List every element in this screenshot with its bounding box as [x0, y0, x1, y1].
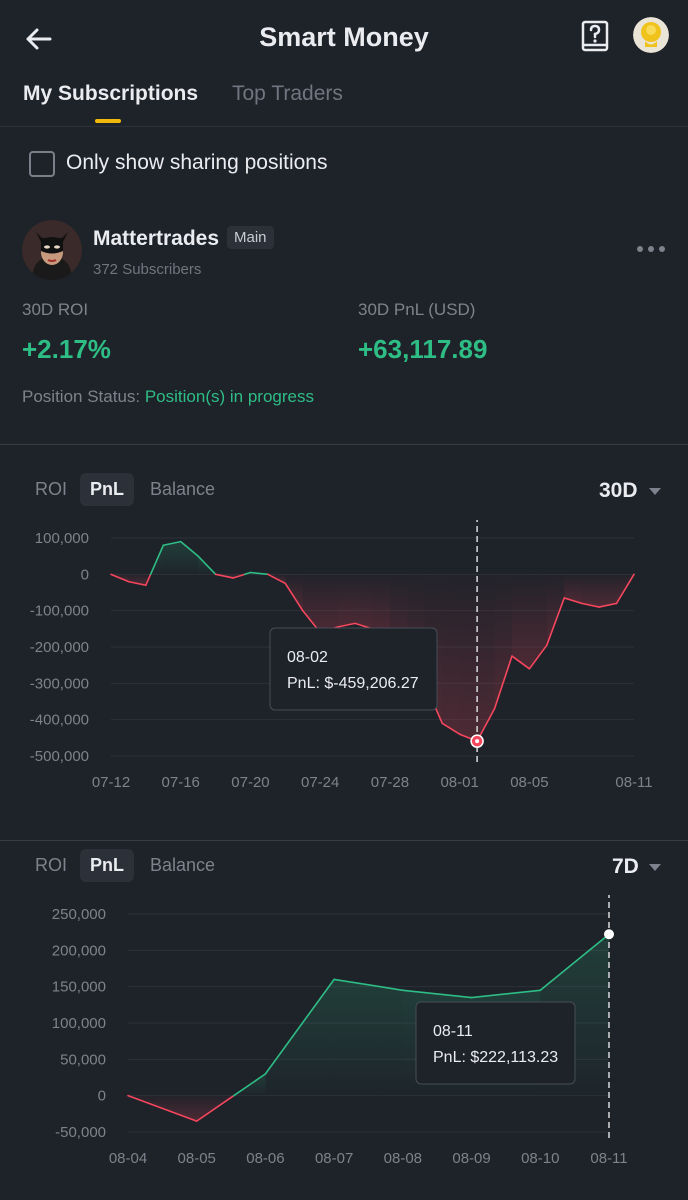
loss-area — [459, 574, 478, 742]
roi-value: +2.17% — [22, 334, 111, 364]
highlight-point — [604, 929, 614, 940]
x-tick-label: 08-10 — [521, 1150, 559, 1167]
chart2-tab-balance[interactable]: Balance — [140, 849, 225, 882]
chart1-tab-roi[interactable]: ROI — [25, 473, 77, 506]
loss-area — [581, 574, 600, 608]
y-tick-label: 100,000 — [52, 1015, 106, 1032]
y-tick-label: 100,000 — [35, 530, 89, 547]
position-status-value: Position(s) in progress — [144, 387, 314, 406]
x-tick-label: 08-01 — [440, 774, 478, 791]
y-tick-label: -500,000 — [30, 748, 89, 765]
chart2-range-selector[interactable]: 7D — [612, 855, 639, 879]
more-options-icon[interactable] — [636, 244, 666, 254]
x-tick-label: 08-11 — [615, 774, 652, 791]
chart2-tab-roi[interactable]: ROI — [25, 849, 77, 882]
tooltip-value: PnL: $222,113.23 — [433, 1049, 558, 1066]
tab-top-traders[interactable]: Top Traders — [232, 82, 343, 106]
x-tick-label: 08-05 — [178, 1150, 216, 1167]
profit-area — [334, 979, 403, 1096]
help-guide-icon[interactable] — [580, 20, 610, 54]
section-divider — [0, 840, 688, 841]
x-tick-label: 08-06 — [246, 1150, 284, 1167]
highlight-point-core — [475, 739, 480, 744]
y-tick-label: 150,000 — [52, 979, 106, 996]
chart2-range-caret-icon[interactable] — [649, 864, 661, 871]
y-tick-label: -200,000 — [30, 639, 89, 656]
loss-area — [477, 574, 495, 742]
x-tick-label: 07-24 — [301, 774, 339, 791]
loss-area — [511, 574, 530, 669]
pnl-label: 30D PnL (USD) — [358, 300, 476, 319]
chart1-tab-pnl[interactable]: PnL — [80, 473, 134, 506]
y-tick-label: 250,000 — [52, 906, 106, 923]
loss-area — [529, 574, 547, 669]
sharing-positions-checkbox[interactable] — [29, 151, 55, 177]
y-tick-label: -300,000 — [30, 675, 89, 692]
loss-area — [442, 574, 460, 735]
user-avatar-icon[interactable] — [633, 17, 669, 53]
sharing-positions-label[interactable]: Only show sharing positions — [66, 151, 327, 175]
loss-area — [355, 574, 373, 629]
loss-area — [337, 574, 356, 628]
app-header: Smart Money — [0, 0, 688, 80]
tooltip-box — [415, 1001, 576, 1085]
x-tick-label: 07-12 — [92, 774, 130, 791]
x-tick-label: 07-28 — [371, 774, 409, 791]
subscriber-count: 372 Subscribers — [93, 261, 202, 278]
x-tick-label: 07-20 — [231, 774, 269, 791]
tab-bar: My Subscriptions Top Traders — [0, 78, 688, 127]
profit-area — [180, 541, 199, 575]
x-tick-label: 08-09 — [452, 1150, 490, 1167]
x-tick-label: 08-11 — [590, 1150, 627, 1167]
loss-area — [494, 574, 512, 709]
tooltip-value: PnL: $-459,206.27 — [287, 675, 419, 692]
tooltip-date: 08-11 — [433, 1023, 473, 1040]
chart1-tab-balance[interactable]: Balance — [140, 473, 225, 506]
y-tick-label: -400,000 — [30, 712, 89, 729]
main-badge: Main — [227, 226, 274, 249]
y-tick-label: 0 — [81, 566, 89, 583]
position-status-label: Position Status: — [22, 387, 145, 406]
tab-my-subscriptions[interactable]: My Subscriptions — [23, 82, 198, 106]
trader-avatar[interactable] — [22, 220, 82, 280]
chart2-tab-pnl[interactable]: PnL — [80, 849, 134, 882]
section-divider — [0, 444, 688, 445]
y-tick-label: 50,000 — [60, 1051, 106, 1068]
loss-area — [599, 574, 617, 608]
profit-area — [163, 541, 181, 575]
position-status: Position Status: Position(s) in progress — [22, 387, 314, 407]
roi-label: 30D ROI — [22, 300, 89, 319]
x-tick-label: 07-16 — [162, 774, 200, 791]
chart1-range-selector[interactable]: 30D — [599, 479, 638, 503]
x-tick-label: 08-05 — [510, 774, 548, 791]
pnl-value: +63,117.89 — [358, 334, 488, 364]
active-tab-indicator — [95, 119, 121, 123]
y-tick-label: 200,000 — [52, 942, 106, 959]
x-tick-label: 08-08 — [384, 1150, 422, 1167]
trader-name[interactable]: Mattertrades — [93, 227, 219, 251]
chart2-pnl-7d[interactable]: 250,000 200,000 150,000 100,000 50,000 0 -50,0… — [0, 895, 688, 1185]
chart1-pnl-30d[interactable]: 100,000 0 -100,000 -200,000 -300,000 -400,000… — [0, 520, 688, 810]
y-tick-label: 0 — [98, 1088, 106, 1105]
profit-area — [265, 979, 335, 1096]
chart1-range-caret-icon[interactable] — [649, 488, 661, 495]
loss-area — [372, 574, 390, 635]
tooltip-box — [269, 627, 438, 711]
loss-area — [546, 574, 565, 646]
loss-area — [320, 574, 338, 633]
x-tick-label: 08-04 — [109, 1150, 147, 1167]
loss-area — [302, 574, 321, 633]
y-tick-label: -100,000 — [30, 603, 89, 620]
y-tick-label: -50,000 — [55, 1124, 106, 1141]
tooltip-date: 08-02 — [287, 649, 328, 666]
x-tick-label: 08-07 — [315, 1150, 353, 1167]
